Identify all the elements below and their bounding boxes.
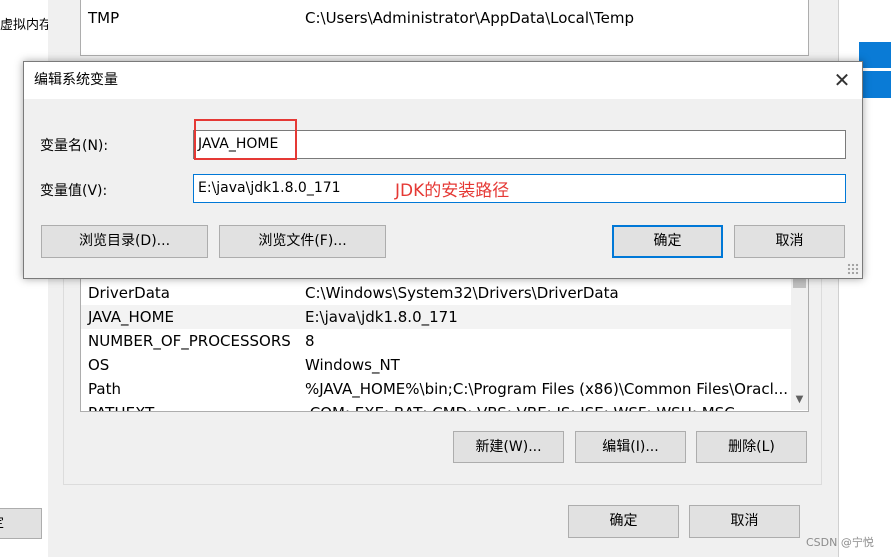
variable-name: NUMBER_OF_PROCESSORS <box>88 332 291 350</box>
delete-variable-button[interactable]: 删除(L) <box>696 431 807 463</box>
dialog-ok-button[interactable]: 确定 <box>612 225 723 258</box>
virtual-memory-text: 虚拟内存 <box>0 18 53 33</box>
red-highlight-box <box>194 119 297 160</box>
variable-value: 8 <box>305 332 315 350</box>
watermark: CSDN @宁悦 <box>806 536 874 549</box>
variable-name: PATHEXT <box>88 401 154 411</box>
table-row-selected[interactable]: JAVA_HOME E:\java\jdk1.8.0_171 <box>81 305 791 329</box>
variable-value-label: 变量值(V): <box>40 183 108 199</box>
variable-name: Path <box>88 380 121 398</box>
chevron-down-icon[interactable]: ▼ <box>791 392 808 408</box>
env-cancel-button[interactable]: 取消 <box>689 505 800 538</box>
close-icon[interactable]: ✕ <box>822 62 862 99</box>
windows-logo-icon <box>859 42 891 98</box>
table-row[interactable]: PATHEXT .COM;.EXE;.BAT;.CMD;.VBS;.VBE;.J… <box>81 401 791 411</box>
dialog-titlebar[interactable]: 编辑系统变量 ✕ <box>24 62 862 99</box>
variable-value-field[interactable]: E:\java\jdk1.8.0_171 <box>193 174 846 203</box>
install-path-annotation: JDK的安装路径 <box>395 181 510 201</box>
variable-value: %JAVA_HOME%\bin;C:\Program Files (x86)\C… <box>305 380 789 398</box>
variable-value: C:\Windows\System32\Drivers\DriverData <box>305 284 619 302</box>
variable-name: OS <box>88 356 110 374</box>
variable-name-label: 变量名(N): <box>40 138 109 154</box>
variable-name: TMP <box>88 9 120 27</box>
dialog-title: 编辑系统变量 <box>34 72 118 88</box>
variable-name: DriverData <box>88 284 170 302</box>
table-row[interactable]: DriverData C:\Windows\System32\Drivers\D… <box>81 281 791 305</box>
browse-directory-button[interactable]: 浏览目录(D)... <box>41 225 208 258</box>
variable-value: E:\java\jdk1.8.0_171 <box>305 308 458 326</box>
variable-name: JAVA_HOME <box>88 308 175 326</box>
table-row[interactable]: NUMBER_OF_PROCESSORS 8 <box>81 329 791 353</box>
table-row[interactable]: TMP C:\Users\Administrator\AppData\Local… <box>81 6 808 30</box>
variable-value: C:\Users\Administrator\AppData\Local\Tem… <box>305 9 635 27</box>
edit-variable-button[interactable]: 编辑(I)... <box>575 431 686 463</box>
resize-grip-icon[interactable] <box>847 263 859 275</box>
new-variable-button[interactable]: 新建(W)... <box>453 431 564 463</box>
browse-file-button[interactable]: 浏览文件(F)... <box>219 225 386 258</box>
variable-value: .COM;.EXE;.BAT;.CMD;.VBS;.VBE;.JS;.JSE;.… <box>305 401 735 411</box>
left-ok-button[interactable]: 定 <box>0 508 42 539</box>
variable-value: Windows_NT <box>305 356 400 374</box>
system-variables-list[interactable]: DriverData C:\Windows\System32\Drivers\D… <box>80 270 809 412</box>
dialog-cancel-button[interactable]: 取消 <box>734 225 845 258</box>
edit-system-variable-dialog: 编辑系统变量 ✕ 变量名(N): JAVA_HOME 变量值(V): E:\ja… <box>23 61 863 279</box>
vertical-scrollbar[interactable]: ▼ <box>791 271 808 410</box>
env-ok-button[interactable]: 确定 <box>568 505 679 538</box>
user-variables-list[interactable]: TMP C:\Users\Administrator\AppData\Local… <box>80 0 809 56</box>
table-row[interactable]: Path %JAVA_HOME%\bin;C:\Program Files (x… <box>81 377 791 401</box>
table-row[interactable]: OS Windows_NT <box>81 353 791 377</box>
